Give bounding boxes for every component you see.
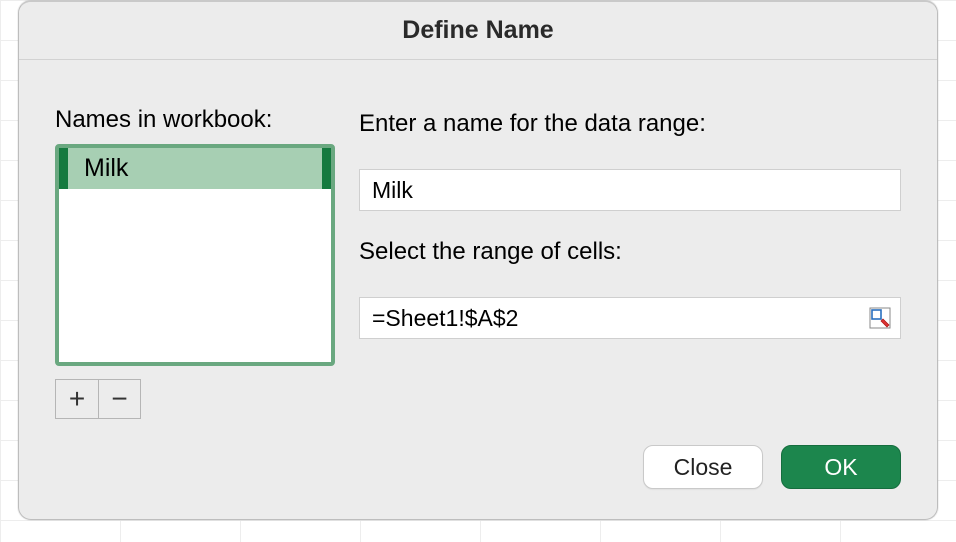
minus-icon: − xyxy=(111,383,127,415)
range-field-label: Select the range of cells: xyxy=(359,238,901,266)
names-panel: Names in workbook: Milk + − xyxy=(55,106,335,419)
dialog-footer: Close OK xyxy=(643,445,901,489)
name-input[interactable] xyxy=(359,169,901,211)
plus-icon: + xyxy=(69,383,85,415)
details-panel: Enter a name for the data range: Select … xyxy=(359,106,901,419)
range-picker-icon xyxy=(869,307,891,329)
add-remove-group: + − xyxy=(55,379,141,419)
range-input-row xyxy=(359,297,901,339)
name-field-label: Enter a name for the data range: xyxy=(359,110,901,138)
add-name-button[interactable]: + xyxy=(56,380,98,418)
dialog-title: Define Name xyxy=(402,16,553,45)
ok-button[interactable]: OK xyxy=(781,445,901,489)
names-listbox[interactable]: Milk xyxy=(55,144,335,366)
ok-button-label: OK xyxy=(824,454,857,481)
dialog-titlebar: Define Name xyxy=(19,2,937,60)
remove-name-button[interactable]: − xyxy=(98,380,140,418)
names-label: Names in workbook: xyxy=(55,106,335,134)
names-list-item-label: Milk xyxy=(84,154,128,183)
close-button[interactable]: Close xyxy=(643,445,763,489)
range-picker-button[interactable] xyxy=(860,298,900,338)
define-name-dialog: Define Name Names in workbook: Milk + − … xyxy=(18,0,938,520)
range-input[interactable] xyxy=(360,298,860,338)
close-button-label: Close xyxy=(674,454,733,481)
names-list-item[interactable]: Milk xyxy=(59,148,331,189)
dialog-body: Names in workbook: Milk + − Enter a name… xyxy=(19,60,937,419)
